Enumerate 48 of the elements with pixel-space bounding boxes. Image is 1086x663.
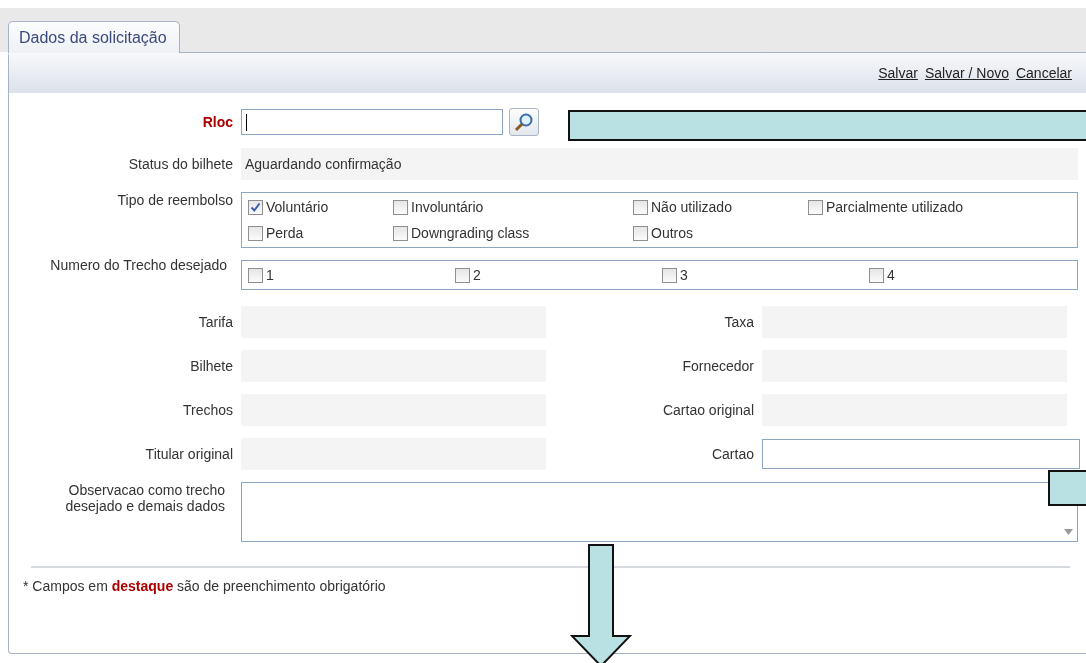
field-label: Cartao original	[661, 402, 755, 418]
text-input[interactable]	[762, 439, 1080, 469]
field-label: Tipo de reembolso	[116, 192, 234, 208]
status-value: Aguardando confirmação	[241, 148, 1078, 180]
checkbox-label: Parcialmente utilizado	[826, 199, 963, 215]
checkbox[interactable]	[393, 225, 408, 241]
rloc-input[interactable]	[241, 109, 503, 135]
field-label: Bilhete	[189, 358, 234, 374]
checkbox[interactable]	[248, 225, 263, 241]
search-button[interactable]	[509, 108, 539, 136]
field-label: Titular original	[144, 446, 234, 462]
checkbox[interactable]	[633, 225, 648, 241]
checkbox[interactable]	[662, 267, 677, 283]
required-fields-note: * Campos em destaque são de preenchimento obrigatório	[22, 577, 387, 594]
field-label: Fornecedor	[681, 358, 755, 374]
toolbar-link[interactable]: Salvar / Novo	[924, 64, 1009, 81]
field-label: Tarifa	[197, 314, 234, 330]
field-label: Taxa	[723, 314, 755, 330]
field-label: Observacao como trecho desejado e demais dados	[64, 482, 226, 514]
tab[interactable]: Dados da solicitação	[8, 21, 180, 53]
search-icon	[514, 112, 534, 132]
checkbox-label: 3	[680, 267, 688, 283]
checkbox-label: Perda	[266, 225, 304, 241]
checkbox-label: 2	[473, 267, 481, 283]
checkbox-label: Não utilizado	[651, 199, 732, 215]
checkbox[interactable]	[455, 267, 470, 283]
checkbox-label: Downgrading class	[411, 225, 530, 241]
field-label: Rloc	[201, 114, 234, 130]
checkbox[interactable]	[869, 267, 884, 283]
checkbox[interactable]	[808, 199, 823, 215]
checkbox[interactable]	[633, 199, 648, 215]
highlight-box	[1048, 470, 1086, 506]
checkbox[interactable]	[248, 199, 263, 215]
checkbox-label: Voluntário	[266, 199, 329, 215]
checkbox-label: Involuntário	[411, 199, 484, 215]
checkbox-label: Outros	[651, 225, 693, 241]
toolbar-link[interactable]: Salvar	[878, 64, 918, 81]
checkbox[interactable]	[248, 267, 263, 283]
field-label: Trechos	[181, 402, 234, 418]
scroll-down-icon[interactable]	[1064, 529, 1073, 535]
checkbox-label: 1	[266, 267, 274, 283]
toolbar-link[interactable]: Cancelar	[1015, 64, 1072, 81]
field-label: Status do bilhete	[127, 156, 234, 172]
notes-textarea[interactable]	[241, 482, 1078, 542]
field-label: Cartao	[710, 446, 755, 462]
checkbox-label: 4	[887, 267, 895, 283]
field-label: Numero do Trecho desejado	[49, 257, 228, 273]
checkbox[interactable]	[393, 199, 408, 215]
